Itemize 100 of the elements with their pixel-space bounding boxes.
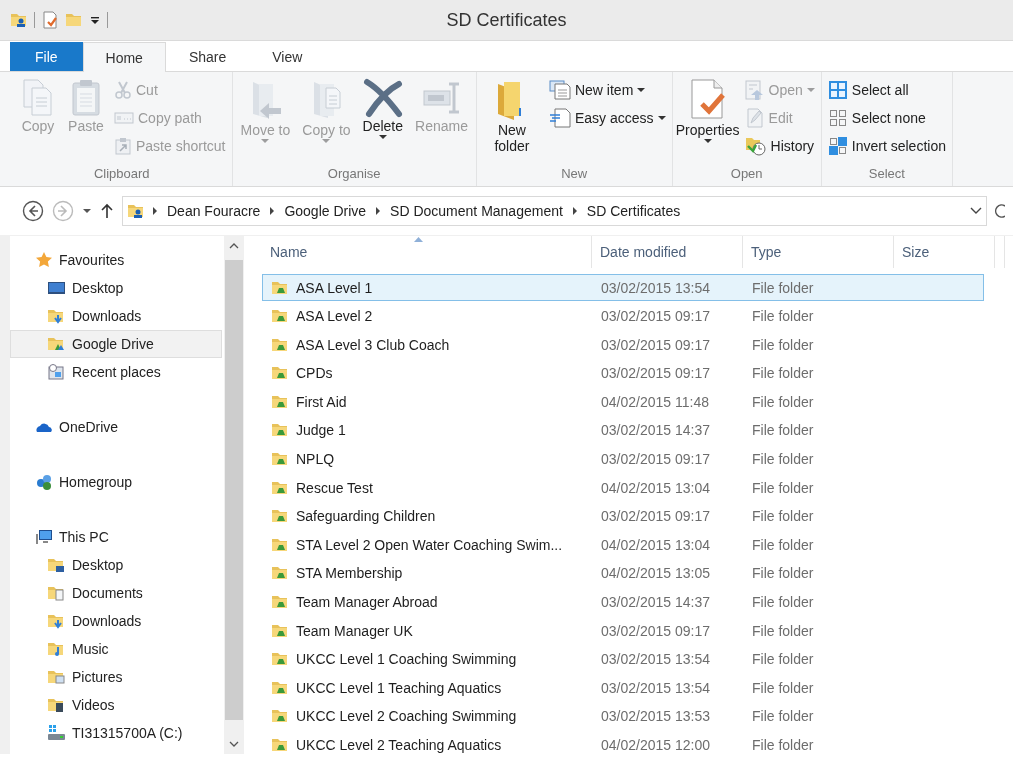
- nav-item[interactable]: Videos: [10, 691, 222, 719]
- ribbon-tab[interactable]: Home: [82, 42, 166, 72]
- properties-button[interactable]: Properties: [676, 76, 739, 164]
- file-name: Team Manager Abroad: [296, 594, 438, 611]
- new-item-icon: [548, 80, 571, 100]
- nav-item[interactable]: Recent places: [10, 358, 222, 386]
- breadcrumb[interactable]: SD Certificates: [584, 203, 683, 219]
- file-row[interactable]: First Aid 04/02/2015 11:48 File folder: [262, 388, 984, 416]
- breadcrumb[interactable]: Dean Fouracre: [165, 203, 263, 219]
- recent-locations-icon[interactable]: [82, 207, 92, 215]
- nav-item[interactable]: Documents: [10, 579, 222, 607]
- dropdown-icon[interactable]: [970, 207, 982, 215]
- select-none-icon: [827, 108, 848, 128]
- file-row[interactable]: CPDs 03/02/2015 09:17 File folder: [262, 359, 984, 387]
- file-row[interactable]: Team Manager UK 03/02/2015 09:17 File folder: [262, 617, 984, 645]
- date-modified: 03/02/2015 14:37: [601, 594, 710, 611]
- ribbon-tab[interactable]: Share: [165, 42, 250, 71]
- file-row[interactable]: UKCC Level 2 Coaching Swimming 03/02/2015 13:53 File folder: [262, 702, 984, 730]
- refresh-icon[interactable]: [995, 202, 1005, 220]
- file-row[interactable]: Safeguarding Children 03/02/2015 09:17 File folder: [262, 502, 984, 530]
- file-row[interactable]: Team Manager Abroad 03/02/2015 14:37 File folder: [262, 588, 984, 616]
- nav-item[interactable]: Music: [10, 635, 222, 663]
- file-type: File folder: [752, 508, 814, 525]
- file-name: Team Manager UK: [296, 622, 413, 639]
- file-name: ASA Level 2: [296, 308, 373, 325]
- column-header[interactable]: Date modified: [592, 236, 743, 268]
- easy-access-icon: [548, 108, 571, 128]
- file-name: NPLQ: [296, 451, 335, 468]
- file-type: File folder: [752, 479, 814, 496]
- nav-item[interactable]: Desktop: [10, 551, 222, 579]
- file-name: UKCC Level 1 Teaching Aquatics: [296, 679, 502, 696]
- nav-item[interactable]: Pictures: [10, 663, 222, 691]
- select-all-button[interactable]: Select all: [825, 78, 948, 102]
- chevron-icon: [374, 206, 383, 216]
- file-name: First Aid: [296, 393, 347, 410]
- music-icon: [47, 640, 66, 658]
- file-row[interactable]: STA Membership 04/02/2015 13:05 File folder: [262, 559, 984, 587]
- ribbon-tab[interactable]: View: [249, 42, 326, 71]
- scrollbar-thumb[interactable]: [225, 260, 243, 720]
- folder-user-icon: [127, 202, 145, 220]
- nav-item[interactable]: Downloads: [10, 302, 222, 330]
- address-field[interactable]: Dean Fouracre Google Drive SD Document Management SD Certificates: [122, 196, 987, 226]
- videos-icon: [47, 696, 66, 714]
- column-header[interactable]: Size: [894, 236, 995, 268]
- properties-icon[interactable]: [41, 11, 59, 29]
- back-icon[interactable]: [22, 200, 44, 222]
- monitor-icon: [47, 279, 66, 297]
- nav-item[interactable]: Homegroup: [10, 468, 222, 496]
- delete-button[interactable]: Delete: [358, 76, 408, 164]
- file-menu-tab[interactable]: File: [10, 42, 83, 71]
- window-title: SD Certificates: [446, 9, 567, 30]
- customize-menu-icon[interactable]: [89, 14, 101, 26]
- easy-access-button[interactable]: Easy access: [546, 106, 668, 130]
- nav-item[interactable]: Desktop: [10, 274, 222, 302]
- file-row[interactable]: Rescue Test 04/02/2015 13:04 File folder: [262, 474, 984, 502]
- column-header[interactable]: Type: [743, 236, 894, 268]
- history-button[interactable]: History: [742, 134, 817, 158]
- file-row[interactable]: UKCC Level 1 Teaching Aquatics 03/02/2015 13:54 File folder: [262, 674, 984, 702]
- drive-icon: [47, 724, 66, 742]
- folder-button[interactable]: New folder: [480, 76, 543, 164]
- date-modified: 04/02/2015 12:00: [601, 737, 710, 753]
- file-type: File folder: [752, 451, 814, 468]
- file-row[interactable]: ASA Level 3 Club Coach 03/02/2015 09:17 File folder: [262, 331, 984, 359]
- nav-item[interactable]: TI31315700A (C:): [10, 719, 222, 747]
- file-row[interactable]: UKCC Level 1 Coaching Swimming 03/02/2015 13:54 File folder: [262, 645, 984, 673]
- file-name: UKCC Level 2 Teaching Aquatics: [296, 737, 502, 753]
- nav-item[interactable]: This PC: [10, 523, 222, 551]
- scissors-icon: [114, 81, 132, 99]
- nav-item[interactable]: OneDrive: [10, 413, 222, 441]
- nav-item[interactable]: Favourites: [10, 246, 222, 274]
- file-type: File folder: [752, 365, 814, 382]
- file-row[interactable]: ASA Level 1 03/02/2015 13:54 File folder: [262, 274, 984, 301]
- new-item-button[interactable]: New item: [546, 78, 668, 102]
- file-row[interactable]: NPLQ 03/02/2015 09:17 File folder: [262, 445, 984, 473]
- folder-user-icon[interactable]: [10, 11, 28, 29]
- date-modified: 03/02/2015 13:54: [601, 651, 710, 668]
- up-icon[interactable]: [100, 203, 114, 219]
- documents-icon: [47, 584, 66, 602]
- file-row[interactable]: Judge 1 03/02/2015 14:37 File folder: [262, 416, 984, 444]
- breadcrumb[interactable]: Google Drive: [282, 203, 369, 219]
- nav-item[interactable]: Google Drive: [10, 330, 222, 358]
- invert-selection-button[interactable]: Invert selection: [825, 134, 948, 158]
- date-modified: 04/02/2015 11:48: [601, 393, 709, 410]
- date-modified: 03/02/2015 13:54: [601, 279, 710, 296]
- file-row[interactable]: STA Level 2 Open Water Coaching Swim... 04/02/2015 13:04 File folder: [262, 531, 984, 559]
- file-row[interactable]: ASA Level 2 03/02/2015 09:17 File folder: [262, 302, 984, 330]
- file-name: STA Level 2 Open Water Coaching Swim...: [296, 536, 563, 553]
- file-row[interactable]: UKCC Level 2 Teaching Aquatics 04/02/2015 12:00 File folder: [262, 731, 984, 759]
- nav-item[interactable]: Downloads: [10, 607, 222, 635]
- group-label: Select: [867, 165, 906, 183]
- file-type: File folder: [752, 651, 814, 668]
- file-name: STA Membership: [296, 565, 403, 582]
- file-type: File folder: [752, 679, 814, 696]
- file-name: Safeguarding Children: [296, 508, 436, 525]
- breadcrumb[interactable]: SD Document Management: [388, 203, 565, 219]
- select-none-button[interactable]: Select none: [825, 106, 948, 130]
- pictures-icon: [47, 668, 66, 686]
- open-icon: [744, 80, 765, 100]
- paste-shortcut-icon: [114, 137, 132, 155]
- desktop-folder-icon: [47, 556, 66, 574]
